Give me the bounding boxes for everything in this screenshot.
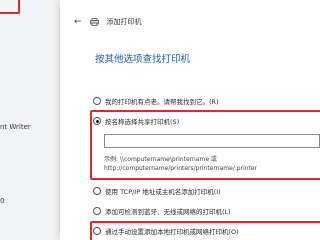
add-printer-dialog: ← 添加打印机 按其他选项查找打印机 我的打印机有点老。请帮我找到它。(R) 按…	[60, 0, 320, 240]
option-label: 添加可检测到蓝牙、无线或网络的打印机(L)	[105, 208, 231, 216]
radio-button[interactable]	[93, 97, 101, 105]
option-manual-setup[interactable]: 通过手动设置添加本地打印机或网络打印机(O)	[93, 226, 239, 236]
back-arrow-icon[interactable]: ←	[74, 17, 82, 27]
example-line: 示例: \\computername\printername 或	[104, 156, 217, 163]
shared-printer-name-input[interactable]	[104, 134, 320, 148]
option-label: 通过手动设置添加本地打印机或网络打印机(O)	[105, 228, 239, 236]
option-share-by-name[interactable]: 按名称选择共享打印机(S)	[93, 116, 179, 126]
radio-button-selected[interactable]	[93, 117, 101, 125]
background-list-item[interactable]: 0	[0, 197, 4, 205]
printer-icon	[89, 18, 99, 26]
page-heading: 按其他选项查找打印机	[95, 54, 191, 65]
option-bluetooth-wireless[interactable]: 添加可检测到蓝牙、无线或网络的打印机(L)	[93, 206, 231, 216]
radio-button[interactable]	[93, 207, 101, 215]
option-label: 我的打印机有点老。请帮我找到它。(R)	[105, 98, 219, 106]
option-label: 按名称选择共享打印机(S)	[105, 118, 180, 126]
option-label: 使用 TCP/IP 地址或主机名添加打印机(I)	[105, 188, 221, 196]
example-line: http://computername/printers/printername…	[104, 165, 258, 172]
option-printer-old[interactable]: 我的打印机有点老。请帮我找到它。(R)	[93, 96, 219, 106]
background-list-item[interactable]: nt Writer	[0, 123, 31, 131]
highlight-box	[0, 0, 20, 14]
dialog-header: ← 添加打印机	[74, 17, 142, 27]
radio-button[interactable]	[93, 187, 101, 195]
radio-button[interactable]	[93, 227, 101, 235]
background-settings-window: nt Writer 0	[0, 0, 60, 240]
option-tcp-ip[interactable]: 使用 TCP/IP 地址或主机名添加打印机(I)	[93, 186, 221, 196]
example-text: 示例: \\computername\printername 或 http://…	[104, 155, 257, 173]
screen: nt Writer 0 ← 添加打印机 按其他选项查找打印机 我的打印机有点老。…	[0, 0, 320, 240]
dialog-title: 添加打印机	[106, 18, 142, 26]
